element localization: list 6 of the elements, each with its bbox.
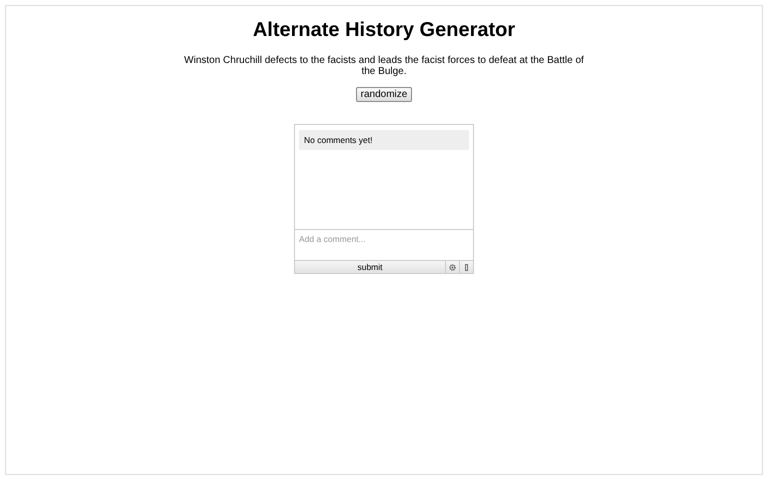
empty-message: No comments yet! — [299, 130, 469, 150]
scenario-text: Winston Chruchill defects to the facists and leads the facist forces to defeat at the Battle of the Bulge. — [183, 55, 585, 77]
settings-icon — [449, 264, 456, 270]
page-title: Alternate History Generator — [252, 19, 516, 42]
handle-icon — [465, 264, 468, 270]
randomize-button[interactable]: randomize — [356, 87, 412, 102]
